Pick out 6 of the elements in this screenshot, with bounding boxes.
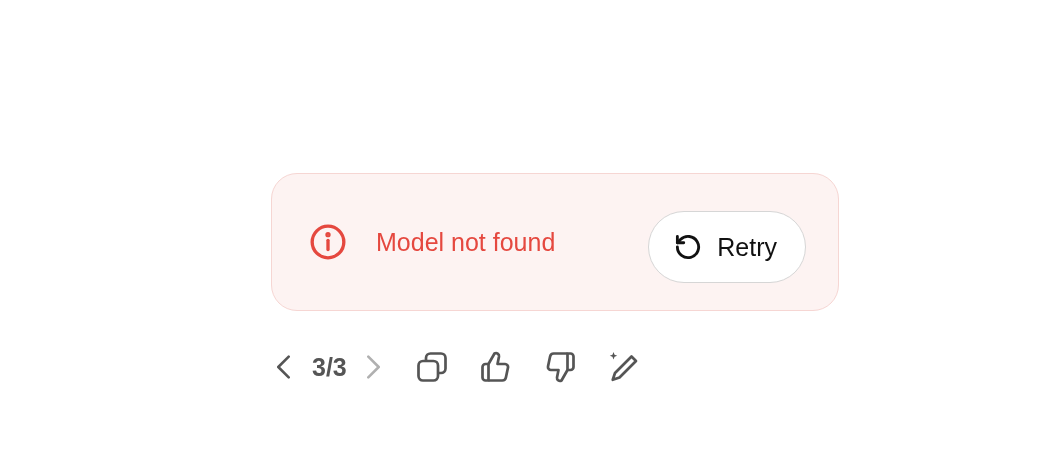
chevron-left-icon [277, 355, 290, 379]
error-message: Model not found [376, 227, 557, 257]
chevron-right-icon [366, 355, 380, 379]
retry-button[interactable]: Retry [648, 211, 806, 283]
page-counter: 3/3 [312, 352, 347, 382]
info-icon [308, 222, 348, 262]
